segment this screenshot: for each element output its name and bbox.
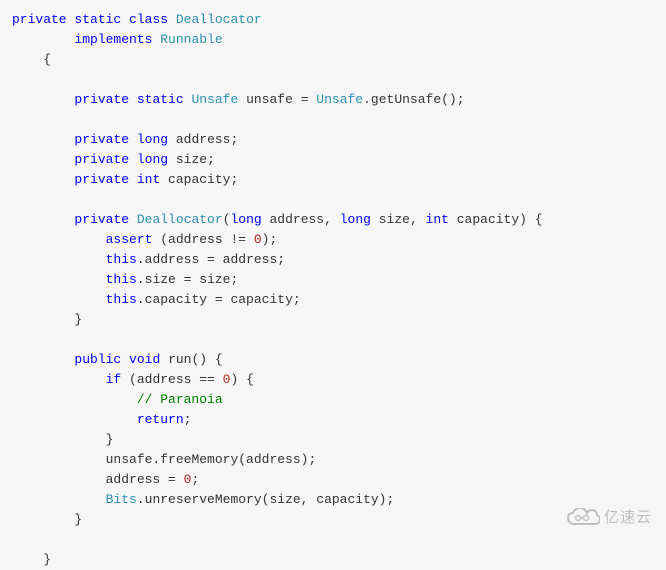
blank-line <box>12 532 20 547</box>
brace: } <box>74 312 82 327</box>
keyword: this <box>106 252 137 267</box>
blank-line <box>12 112 20 127</box>
line: implements Runnable <box>12 32 223 47</box>
line: private long address; <box>12 132 238 147</box>
keyword: long <box>137 132 168 147</box>
keyword: static <box>74 12 121 27</box>
line: public void run() { <box>12 352 223 367</box>
keyword: int <box>426 212 449 227</box>
watermark-text: 亿速云 <box>604 508 652 528</box>
brace: } <box>106 432 114 447</box>
brace: } <box>74 512 82 527</box>
code-text: ); <box>262 232 278 247</box>
keyword: private <box>74 212 129 227</box>
line: assert (address != 0); <box>12 232 277 247</box>
line: } <box>12 512 82 527</box>
keyword: private <box>74 172 129 187</box>
line: private int capacity; <box>12 172 238 187</box>
code-text: (address != <box>152 232 253 247</box>
code-text: capacity; <box>160 172 238 187</box>
line: } <box>12 432 113 447</box>
cloud-icon <box>566 508 600 528</box>
line: // Paranoia <box>12 392 223 407</box>
code-text: unsafe = <box>238 92 316 107</box>
line: private static Unsafe unsafe = Unsafe.ge… <box>12 92 465 107</box>
line: this.capacity = capacity; <box>12 292 301 307</box>
line: private Deallocator(long address, long s… <box>12 212 543 227</box>
watermark: 亿速云 <box>566 508 652 528</box>
code-text: ; <box>191 472 199 487</box>
blank-line <box>12 192 20 207</box>
code-block: private static class Deallocator impleme… <box>12 10 654 570</box>
keyword: this <box>106 292 137 307</box>
keyword: implements <box>74 32 152 47</box>
keyword: private <box>74 92 129 107</box>
keyword: void <box>129 352 160 367</box>
keyword: private <box>74 132 129 147</box>
class-name: Bits <box>106 492 137 507</box>
line: private static class Deallocator <box>12 12 262 27</box>
class-name: Unsafe <box>191 92 238 107</box>
number: 0 <box>254 232 262 247</box>
line: if (address == 0) { <box>12 372 254 387</box>
line: this.address = address; <box>12 252 285 267</box>
keyword: assert <box>106 232 153 247</box>
keyword: private <box>74 152 129 167</box>
keyword: return <box>137 412 184 427</box>
class-name: Deallocator <box>176 12 262 27</box>
code-text: ) { <box>230 372 253 387</box>
code-text: run() { <box>160 352 222 367</box>
code-text: unsafe.freeMemory(address); <box>106 452 317 467</box>
line: unsafe.freeMemory(address); <box>12 452 316 467</box>
code-text: .capacity = capacity; <box>137 292 301 307</box>
line: private long size; <box>12 152 215 167</box>
code-text: .size = size; <box>137 272 238 287</box>
keyword: long <box>340 212 371 227</box>
code-text: address, <box>262 212 340 227</box>
keyword: long <box>137 152 168 167</box>
code-text: capacity) { <box>449 212 543 227</box>
keyword: this <box>106 272 137 287</box>
keyword: public <box>74 352 121 367</box>
brace: { <box>43 52 51 67</box>
code-text: .getUnsafe(); <box>363 92 464 107</box>
brace: } <box>43 552 51 567</box>
line: return; <box>12 412 191 427</box>
line: this.size = size; <box>12 272 238 287</box>
code-text: size, <box>371 212 426 227</box>
code-text: (address == <box>121 372 222 387</box>
line: address = 0; <box>12 472 199 487</box>
line: Bits.unreserveMemory(size, capacity); <box>12 492 394 507</box>
line: { <box>12 52 51 67</box>
keyword: static <box>137 92 184 107</box>
blank-line <box>12 72 20 87</box>
blank-line <box>12 332 20 347</box>
class-name: Runnable <box>160 32 222 47</box>
keyword: class <box>129 12 168 27</box>
comment: // Paranoia <box>137 392 223 407</box>
code-text: ; <box>184 412 192 427</box>
keyword: long <box>230 212 261 227</box>
line: } <box>12 552 51 567</box>
line: } <box>12 312 82 327</box>
keyword: if <box>106 372 122 387</box>
code-text: size; <box>168 152 215 167</box>
code-text: .unreserveMemory(size, capacity); <box>137 492 394 507</box>
keyword: private <box>12 12 67 27</box>
code-text: .address = address; <box>137 252 285 267</box>
code-text: address; <box>168 132 238 147</box>
keyword: int <box>137 172 160 187</box>
class-name: Unsafe <box>316 92 363 107</box>
class-name: Deallocator <box>137 212 223 227</box>
code-text: address = <box>106 472 184 487</box>
